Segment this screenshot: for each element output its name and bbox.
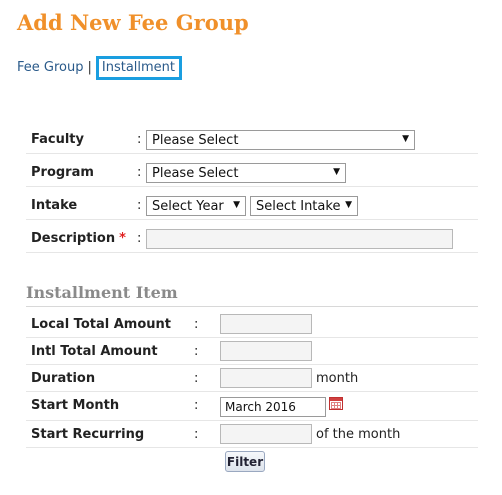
duration-input[interactable] [220,368,312,388]
breadcrumb: Fee Group | Installment [17,56,183,80]
local-total-label: Local Total Amount [31,317,171,332]
start-month-colon: : [194,398,199,413]
start-month-row: Start Month : March 2016 [26,392,478,421]
breadcrumb-installment-link[interactable]: Installment [95,56,183,80]
chevron-down-icon: ▼ [402,134,409,144]
local-total-colon: : [194,317,199,332]
duration-colon: : [194,371,199,386]
program-colon: : [137,165,142,180]
intake-select[interactable]: Select Intake ▼ [250,196,358,216]
page-title: Add New Fee Group [17,10,249,35]
intake-year-select[interactable]: Select Year ▼ [146,196,246,216]
required-mark: * [119,231,126,246]
breadcrumb-fee-group-link[interactable]: Fee Group [17,60,83,75]
description-row: Description * : [26,226,478,253]
start-month-input[interactable]: March 2016 [220,397,326,417]
local-total-input[interactable] [220,314,312,334]
program-row: Program : Please Select ▼ [26,160,478,187]
intl-total-colon: : [194,344,199,359]
start-month-label: Start Month [31,398,120,413]
section-divider [26,306,478,307]
description-colon: : [137,231,142,246]
duration-row: Duration : month [26,365,478,392]
calendar-icon[interactable] [329,397,343,410]
start-recurring-colon: : [194,427,199,442]
filter-button[interactable]: Filter [225,451,265,472]
start-recurring-row: Start Recurring : of the month [26,421,478,448]
local-total-row: Local Total Amount : [26,311,478,338]
faculty-row: Faculty : Please Select ▼ [26,127,478,154]
duration-suffix: month [316,371,359,386]
program-select-value: Please Select [152,166,239,181]
duration-label: Duration [31,371,96,386]
intake-label: Intake [31,198,78,213]
start-recurring-suffix: of the month [316,427,401,442]
description-input[interactable] [146,229,453,249]
breadcrumb-separator: | [87,60,92,75]
intl-total-input[interactable] [220,341,312,361]
chevron-down-icon: ▼ [345,200,352,210]
start-recurring-input[interactable] [220,424,312,444]
faculty-label: Faculty [31,132,84,147]
chevron-down-icon: ▼ [233,200,240,210]
faculty-select-value: Please Select [152,133,239,148]
program-label: Program [31,165,94,180]
program-select[interactable]: Please Select ▼ [146,163,346,183]
faculty-colon: : [137,132,142,147]
faculty-select[interactable]: Please Select ▼ [146,130,415,150]
start-recurring-label: Start Recurring [31,427,145,442]
intake-row: Intake : Select Year ▼ Select Intake ▼ [26,193,478,220]
description-label: Description * [31,231,126,246]
intake-year-value: Select Year [152,199,224,214]
intake-select-value: Select Intake [256,199,341,214]
intl-total-label: Intl Total Amount [31,344,158,359]
installment-item-heading: Installment Item [26,283,178,302]
intl-total-row: Intl Total Amount : [26,338,478,365]
chevron-down-icon: ▼ [333,167,340,177]
intake-colon: : [137,198,142,213]
